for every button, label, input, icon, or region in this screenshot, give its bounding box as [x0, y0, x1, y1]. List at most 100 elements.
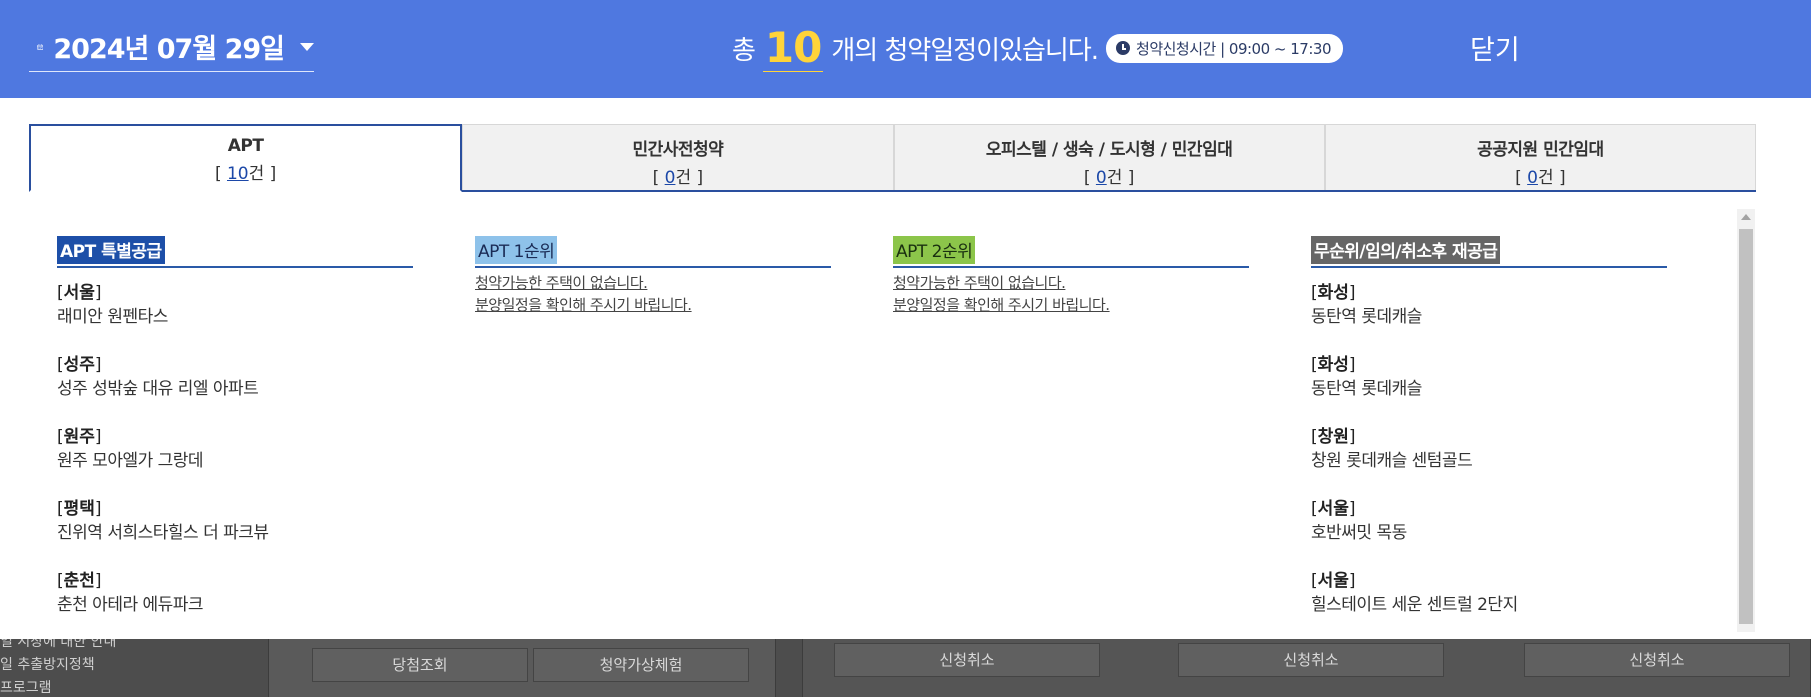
tab-count-unit: 건: [675, 168, 692, 188]
tab-label: 민간사전청약: [632, 140, 724, 160]
application-time-text: 청약신청시간 | 09:00 ~ 17:30: [1136, 39, 1331, 58]
background-cancel-button: 신청취소: [1524, 643, 1790, 677]
background-side-item: 일 시장에 대한 안내: [0, 639, 117, 650]
list-item: [화성] 동탄역 롯데캐슬: [1311, 354, 1667, 402]
close-button[interactable]: 닫기: [1470, 28, 1520, 67]
background-cancel-button: 신청취소: [834, 643, 1100, 677]
tab-count-number: 0: [664, 168, 676, 188]
schedule-summary: 총 10 개의 청약일정이있습니다. 청약신청시간 | 09:00 ~ 17:3…: [732, 22, 1343, 74]
empty-message-line: 청약가능한 주택이 없습니다.: [893, 274, 1066, 292]
tab-count: [ 0건 ]: [1515, 168, 1566, 188]
column-title-badge: APT 특별공급: [57, 236, 165, 264]
house-name-link[interactable]: 춘천 아테라 에듀파크: [57, 592, 413, 618]
tab-count: [ 0건 ]: [652, 168, 704, 188]
list-item: [성주] 성주 성밖숲 대유 리엘 아파트: [57, 354, 413, 402]
empty-message-link[interactable]: 청약가능한 주택이 없습니다. 분양일정을 확인해 주시기 바립니다.: [475, 272, 831, 316]
region-label: [창원]: [1311, 427, 1356, 447]
vertical-scrollbar[interactable]: [1737, 209, 1755, 632]
list-item: [춘천] 춘천 아테라 에듀파크: [57, 570, 413, 618]
empty-message-line: 분양일정을 확인해 주시기 바립니다.: [475, 296, 692, 314]
tab-label: APT: [227, 136, 264, 156]
tab-label: 오피스텔 / 생숙 / 도시형 / 민간임대: [985, 140, 1233, 160]
column-title-badge: APT 1순위: [475, 236, 558, 264]
background-winner-check-button: 당첨조회: [312, 648, 528, 682]
scroll-up-arrow-icon[interactable]: [1741, 214, 1751, 220]
category-tabs: APT [ 10건 ] 민간사전청약 [ 0건 ] 오피스텔 / 생숙 / 도시…: [29, 124, 1756, 192]
house-name-link[interactable]: 호반써밋 목동: [1311, 520, 1667, 546]
tab-count-number: 0: [1527, 168, 1538, 188]
scroll-thumb[interactable]: [1739, 229, 1753, 624]
column-header: 무순위/임의/취소후 재공급: [1311, 236, 1667, 268]
house-name-link[interactable]: 힐스테이트 세운 센트럴 2단지: [1311, 592, 1667, 618]
region-label: [서울]: [1311, 571, 1356, 591]
tab-label: 공공지원 민간임대: [1477, 140, 1604, 160]
region-name: 평택: [63, 499, 95, 519]
region-name: 원주: [63, 427, 95, 447]
selected-date: 2024년 07월 29일: [53, 34, 285, 65]
house-name-link[interactable]: 진위역 서희스타힐스 더 파크뷰: [57, 520, 413, 546]
region-label: [춘천]: [57, 571, 102, 591]
calendar-icon: [37, 43, 44, 50]
tab-count-unit: 건: [1106, 168, 1123, 188]
house-name-link[interactable]: 동탄역 롯데캐슬: [1311, 304, 1667, 330]
date-selector[interactable]: 2024년 07월 29일: [29, 22, 314, 72]
list-item: [서울] 호반써밋 목동: [1311, 498, 1667, 546]
column-header: APT 특별공급: [57, 236, 413, 268]
empty-message-link[interactable]: 청약가능한 주택이 없습니다. 분양일정을 확인해 주시기 바립니다.: [893, 272, 1249, 316]
dimmed-background-page: 일 시장에 대한 안내 일 추출방지정책 프로그램 당첨조회 청약가상체험 신청…: [0, 639, 1811, 697]
column-reissue: 무순위/임의/취소후 재공급 [화성] 동탄역 롯데캐슬 [화성] 동탄역 롯데…: [1311, 236, 1667, 618]
region-name: 서울: [63, 283, 95, 303]
empty-message-line: 분양일정을 확인해 주시기 바립니다.: [893, 296, 1110, 314]
region-name: 창원: [1317, 427, 1349, 447]
tab-officetel[interactable]: 오피스텔 / 생숙 / 도시형 / 민간임대 [ 0건 ]: [893, 124, 1325, 190]
summary-suffix: 개의 청약일정이있습니다.: [831, 35, 1099, 66]
house-name-link[interactable]: 동탄역 롯데캐슬: [1311, 376, 1667, 402]
house-name-link[interactable]: 성주 성밖숲 대유 리엘 아파트: [57, 376, 413, 402]
background-side-item: 일 추출방지정책: [0, 657, 95, 673]
tab-count: [ 10건 ]: [214, 164, 277, 184]
house-name-link[interactable]: 창원 롯데캐슬 센텀골드: [1311, 448, 1667, 474]
list-item: [원주] 원주 모아엘가 그랑데: [57, 426, 413, 474]
tab-count-number: 0: [1095, 168, 1107, 188]
application-time-badge: 청약신청시간 | 09:00 ~ 17:30: [1106, 33, 1343, 63]
list-item: [화성] 동탄역 롯데캐슬: [1311, 282, 1667, 330]
list-item: [창원] 창원 롯데캐슬 센텀골드: [1311, 426, 1667, 474]
region-label: [화성]: [1311, 283, 1356, 303]
column-header: APT 1순위: [475, 236, 831, 268]
tab-apt[interactable]: APT [ 10건 ]: [29, 124, 463, 192]
list-item: [서울] 힐스테이트 세운 센트럴 2단지: [1311, 570, 1667, 618]
region-label: [성주]: [57, 355, 102, 375]
region-name: 성주: [63, 355, 95, 375]
background-side-item: 프로그램: [0, 680, 52, 696]
region-label: [원주]: [57, 427, 102, 447]
house-name-link[interactable]: 원주 모아엘가 그랑데: [57, 448, 413, 474]
schedule-count: 10: [762, 22, 824, 72]
tab-count: [ 0건 ]: [1083, 168, 1135, 188]
chevron-down-icon: [300, 42, 314, 51]
region-name: 화성: [1317, 283, 1349, 303]
region-name: 서울: [1317, 571, 1349, 591]
column-header: APT 2순위: [893, 236, 1249, 268]
background-cancel-button: 신청취소: [1178, 643, 1444, 677]
region-label: [서울]: [1311, 499, 1356, 519]
region-name: 서울: [1317, 499, 1349, 519]
tab-public-private-rental[interactable]: 공공지원 민간임대 [ 0건 ]: [1324, 124, 1756, 190]
column-second-priority: APT 2순위 청약가능한 주택이 없습니다. 분양일정을 확인해 주시기 바립…: [893, 236, 1249, 316]
tab-count-number: 10: [226, 164, 249, 184]
list-item: [평택] 진위역 서희스타힐스 더 파크뷰: [57, 498, 413, 546]
region-label: [서울]: [57, 283, 102, 303]
list-item: [서울] 래미안 원펜타스: [57, 282, 413, 330]
tab-private-pre-subscription[interactable]: 민간사전청약 [ 0건 ]: [462, 124, 894, 190]
column-title-badge: APT 2순위: [893, 236, 976, 264]
clock-icon: [1116, 41, 1131, 55]
column-special-supply: APT 특별공급 [서울] 래미안 원펜타스 [성주] 성주 성밖숲 대유 리엘…: [57, 236, 413, 618]
summary-prefix: 총: [732, 35, 756, 66]
background-simulation-button: 청약가상체험: [533, 648, 749, 682]
background-side-list: 일 시장에 대한 안내 일 추출방지정책 프로그램: [0, 639, 250, 697]
house-name-link[interactable]: 래미안 원펜타스: [57, 304, 413, 330]
column-title-badge: 무순위/임의/취소후 재공급: [1311, 236, 1501, 264]
tab-count-unit: 건: [1537, 168, 1554, 188]
tab-count-unit: 건: [248, 164, 265, 184]
region-name: 화성: [1317, 355, 1349, 375]
column-first-priority: APT 1순위 청약가능한 주택이 없습니다. 분양일정을 확인해 주시기 바립…: [475, 236, 831, 316]
